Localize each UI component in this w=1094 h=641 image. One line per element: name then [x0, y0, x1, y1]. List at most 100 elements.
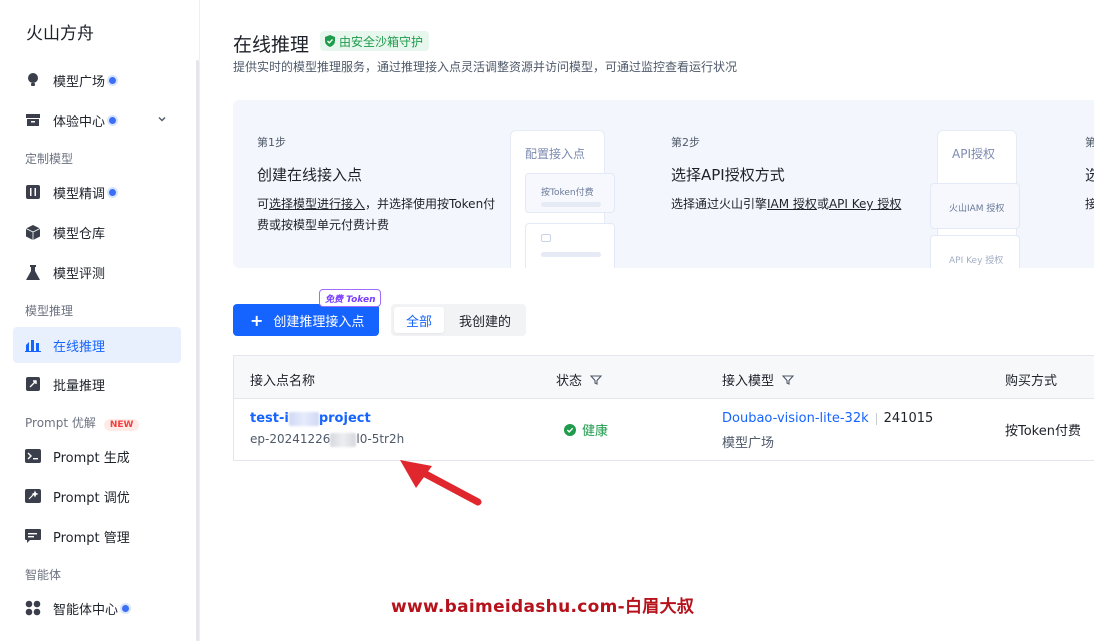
sparkle-icon — [25, 488, 41, 504]
mock-card-label: 火山IAM 授权 — [949, 204, 1005, 214]
iam-auth-link[interactable]: IAM 授权 — [767, 197, 817, 211]
chevron-down-icon[interactable] — [157, 113, 167, 128]
step2-title: 选择API授权方式 — [671, 166, 785, 184]
sidebar-item-label: Prompt 生成 — [53, 450, 130, 466]
check-circle-icon — [564, 423, 576, 436]
watermark: www.baimeidashu.com-白眉大叔 — [391, 597, 695, 617]
mock-card: 按Token付费 — [525, 173, 615, 213]
new-dot — [109, 116, 117, 124]
section-prompt: Prompt 优解 NEW — [25, 414, 140, 431]
sidebar-item-model-square[interactable]: 模型广场 — [13, 62, 181, 98]
sidebar-item-prompt-manage[interactable]: Prompt 管理 — [13, 518, 181, 554]
sidebar-item-prompt-tune[interactable]: Prompt 调优 — [13, 478, 181, 514]
column-header-label: 购买方式 — [1005, 374, 1058, 389]
purchase-method: 按Token付费 — [1005, 424, 1081, 439]
filter-icon[interactable] — [590, 374, 603, 386]
filter-mine[interactable]: 我创建的 — [451, 307, 519, 333]
mock-card: API Key 授权 — [930, 235, 1020, 268]
sidebar-item-experience-center[interactable]: 体验中心 — [13, 102, 181, 138]
sidebar-item-online-inference[interactable]: 在线推理 — [13, 327, 181, 363]
plus-icon: + — [250, 310, 264, 330]
sidebar-item-batch-inference[interactable]: 批量推理 — [13, 366, 181, 402]
status-badge: 健康 — [564, 420, 608, 439]
redacted-mark — [330, 432, 357, 447]
sidebar-item-label: Prompt 调优 — [53, 490, 130, 506]
column-header-label: 接入模型 — [722, 374, 775, 389]
sandbox-label: 由安全沙箱守护 — [339, 34, 424, 49]
sidebar: 火山方舟 模型广场 体验中心 定制模型 模型精调 模型仓库 模型评测 模型推理 … — [0, 0, 200, 641]
mock-line — [541, 202, 601, 207]
sidebar-item-label: 模型精调 — [53, 186, 106, 202]
sidebar-item-model-eval[interactable]: 模型评测 — [13, 254, 181, 290]
step2-desc-text: 选择通过火山引擎 — [671, 197, 768, 211]
section-agent: 智能体 — [25, 568, 62, 582]
page-description: 提供实时的模型推理服务，通过推理接入点灵活调整资源并访问模型，可通过监控查看运行… — [233, 60, 738, 74]
step3-title: 选 — [1085, 166, 1094, 184]
lightbulb-icon — [25, 72, 41, 88]
sidebar-item-label: 体验中心 — [53, 114, 106, 130]
mock-card: 火山IAM 授权 — [930, 183, 1020, 229]
endpoint-id-part: l0-5tr2h — [356, 432, 405, 446]
create-endpoint-label: 创建推理接入点 — [273, 314, 365, 330]
step3-label: 第 — [1085, 136, 1094, 149]
status-label: 健康 — [582, 424, 609, 439]
free-token-badge: 免费 Token — [319, 289, 382, 307]
api-key-auth-link[interactable]: API Key 授权 — [829, 197, 901, 211]
step1-illustration: 配置接入点 按Token付费 — [510, 130, 615, 268]
sidebar-scrollbar[interactable] — [196, 60, 199, 641]
filter-icon[interactable] — [782, 374, 795, 386]
sidebar-item-agent-center[interactable]: 智能体中心 — [13, 590, 181, 626]
section-custom-model: 定制模型 — [25, 152, 74, 166]
chart-icon — [25, 337, 41, 353]
section-label: Prompt 优解 — [25, 416, 96, 430]
chat-icon — [25, 528, 41, 544]
step2-desc-text: 或 — [816, 197, 829, 211]
mock-card — [525, 223, 615, 268]
sidebar-item-label: 模型广场 — [53, 74, 106, 90]
sidebar-item-label: 在线推理 — [53, 339, 106, 355]
column-header-model: 接入模型 — [722, 370, 795, 389]
mock-line — [541, 252, 601, 257]
model-version: 241015 — [883, 411, 934, 426]
sidebar-item-prompt-generate[interactable]: Prompt 生成 — [13, 438, 181, 474]
endpoint-id: ep-20241226 l0-5tr2h — [250, 432, 404, 447]
sidebar-item-label: 模型仓库 — [53, 226, 106, 242]
tune-icon — [25, 184, 41, 200]
endpoint-name-link[interactable]: test-i project — [250, 411, 371, 426]
sidebar-item-label: 批量推理 — [53, 378, 106, 394]
sidebar-item-label: 智能体中心 — [53, 602, 119, 618]
endpoint-table: 接入点名称 状态 接入模型 购买方式 test-i project ep-2024… — [233, 355, 1094, 461]
redacted-mark — [288, 411, 319, 426]
sandbox-badge: 由安全沙箱守护 — [320, 31, 430, 51]
create-endpoint-button[interactable]: + 创建推理接入点 — [233, 304, 379, 336]
model-cell: Doubao-vision-lite-32k 241015 — [722, 411, 933, 426]
step1-desc: 可选择模型进行接入，并选择使用按Token付 费或按模型单元付费计费 — [257, 194, 495, 236]
grid-icon — [25, 600, 41, 616]
step2-desc: 选择通过火山引擎IAM 授权或API Key 授权 — [671, 194, 901, 215]
terminal-icon — [25, 448, 41, 464]
step1-desc-text: 费或按模型单元付费计费 — [257, 218, 390, 232]
endpoint-name-part: test-i — [250, 411, 289, 426]
mock-card-label: 按Token付费 — [541, 188, 594, 198]
table-header: 接入点名称 状态 接入模型 购买方式 — [234, 356, 1094, 399]
column-header-label: 接入点名称 — [250, 374, 316, 389]
step2-illustration: API授权 火山IAM 授权 API Key 授权 — [930, 130, 1020, 268]
mock-card-label: API Key 授权 — [949, 256, 1004, 266]
select-model-link[interactable]: 选择模型进行接入 — [269, 197, 365, 211]
mock-title: API授权 — [952, 147, 995, 161]
shield-icon — [325, 35, 335, 47]
cube-icon — [25, 224, 41, 240]
endpoint-name-part: project — [318, 411, 371, 426]
sidebar-item-model-repo[interactable]: 模型仓库 — [13, 214, 181, 250]
model-link[interactable]: Doubao-vision-lite-32k — [722, 411, 869, 426]
sidebar-item-fine-tune[interactable]: 模型精调 — [13, 174, 181, 210]
step1-title: 创建在线接入点 — [257, 166, 363, 184]
step1-label: 第1步 — [257, 136, 286, 149]
image-icon — [541, 234, 551, 242]
new-dot — [122, 604, 130, 612]
step2-label: 第2步 — [671, 136, 700, 149]
endpoint-id-part: ep-20241226 — [250, 432, 331, 446]
new-dot — [109, 188, 117, 196]
step1-desc-text: ，并选择使用按Token付 — [365, 197, 496, 211]
filter-all[interactable]: 全部 — [394, 307, 444, 333]
